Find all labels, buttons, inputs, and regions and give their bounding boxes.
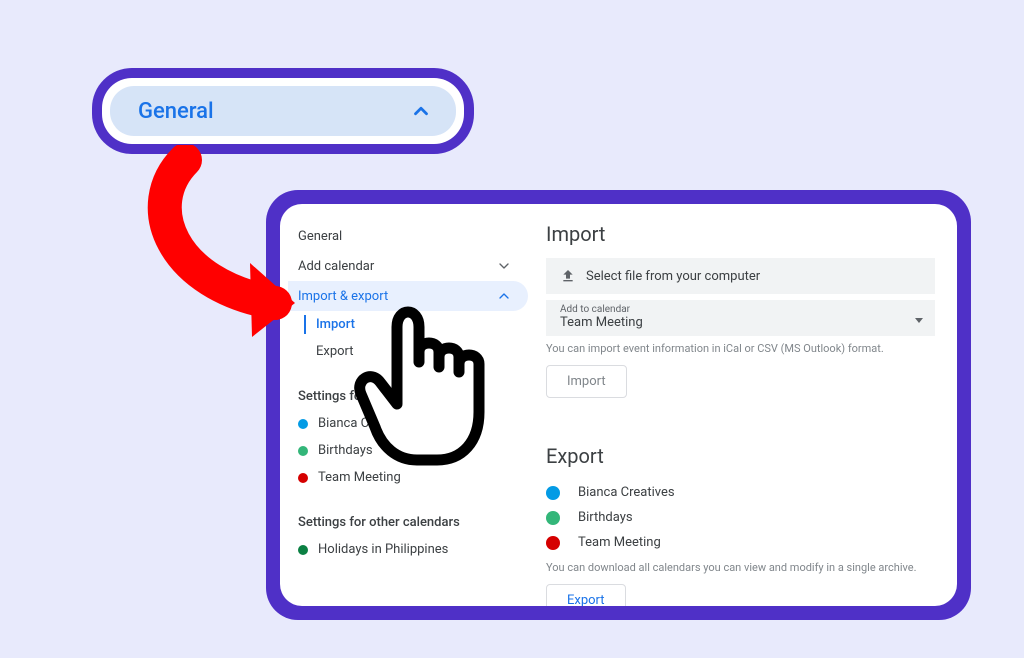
upload-icon — [560, 268, 576, 284]
my-calendar-item[interactable]: Team Meeting — [298, 464, 528, 491]
my-calendar-item[interactable]: Birthdays — [298, 437, 528, 464]
nav-import-export-label: Import & export — [298, 289, 388, 304]
sidebar: General Add calendar Import & export Imp… — [280, 204, 528, 606]
calendar-item-label: Birthdays — [318, 443, 373, 458]
my-calendar-item[interactable]: Bianca Creatives — [298, 410, 528, 437]
calendar-dot-icon — [298, 446, 308, 456]
general-nav-item[interactable]: General — [110, 86, 456, 136]
general-label: General — [138, 99, 214, 124]
general-callout-inner: General — [102, 78, 464, 144]
general-callout: General — [92, 68, 474, 154]
import-heading: Import — [546, 222, 935, 246]
nav-import[interactable]: Import — [298, 311, 528, 338]
calendar-dot-icon — [546, 536, 560, 550]
export-calendar-item: Team Meeting — [546, 530, 935, 555]
nav-add-calendar[interactable]: Add calendar — [298, 251, 528, 281]
import-button[interactable]: Import — [546, 365, 627, 398]
add-to-calendar-select[interactable]: Add to calendar Team Meeting — [546, 300, 935, 336]
calendar-dot-icon — [298, 419, 308, 429]
main-panel: Import Select file from your computer Ad… — [528, 204, 957, 606]
nav-general-label: General — [298, 229, 342, 244]
calendar-dot-icon — [298, 473, 308, 483]
section-my-calendars-heading: Settings for my calendars — [298, 389, 528, 404]
export-calendar-item: Birthdays — [546, 505, 935, 530]
import-help-text: You can import event information in iCal… — [546, 342, 935, 355]
calendar-item-label: Bianca Creatives — [318, 416, 415, 431]
nav-add-calendar-label: Add calendar — [298, 259, 374, 274]
chevron-up-icon — [496, 288, 512, 304]
chevron-down-icon — [496, 258, 512, 274]
add-to-calendar-label: Add to calendar — [560, 304, 921, 315]
other-calendar-item[interactable]: Holidays in Philippines — [298, 536, 528, 563]
calendar-item-label: Team Meeting — [318, 470, 401, 485]
export-help-text: You can download all calendars you can v… — [546, 561, 935, 574]
settings-panel-wrap: General Add calendar Import & export Imp… — [266, 190, 971, 620]
calendar-dot-icon — [546, 486, 560, 500]
export-calendar-label: Birthdays — [578, 510, 633, 525]
export-button[interactable]: Export — [546, 584, 626, 606]
nav-general[interactable]: General — [298, 222, 528, 251]
export-calendar-item: Bianca Creatives — [546, 480, 935, 505]
nav-export-label: Export — [316, 344, 354, 359]
nav-import-export[interactable]: Import & export — [288, 281, 528, 311]
settings-panel: General Add calendar Import & export Imp… — [280, 204, 957, 606]
select-file-label: Select file from your computer — [586, 269, 760, 284]
add-to-calendar-value: Team Meeting — [560, 315, 921, 330]
nav-import-label: Import — [316, 317, 355, 332]
nav-export[interactable]: Export — [298, 338, 528, 365]
export-calendar-label: Bianca Creatives — [578, 485, 675, 500]
calendar-dot-icon — [546, 511, 560, 525]
chevron-up-icon — [410, 100, 432, 122]
calendar-dot-icon — [298, 545, 308, 555]
export-calendar-label: Team Meeting — [578, 535, 661, 550]
export-heading: Export — [546, 444, 935, 468]
calendar-item-label: Holidays in Philippines — [318, 542, 448, 557]
select-file-button[interactable]: Select file from your computer — [546, 258, 935, 294]
section-other-calendars-heading: Settings for other calendars — [298, 515, 528, 530]
